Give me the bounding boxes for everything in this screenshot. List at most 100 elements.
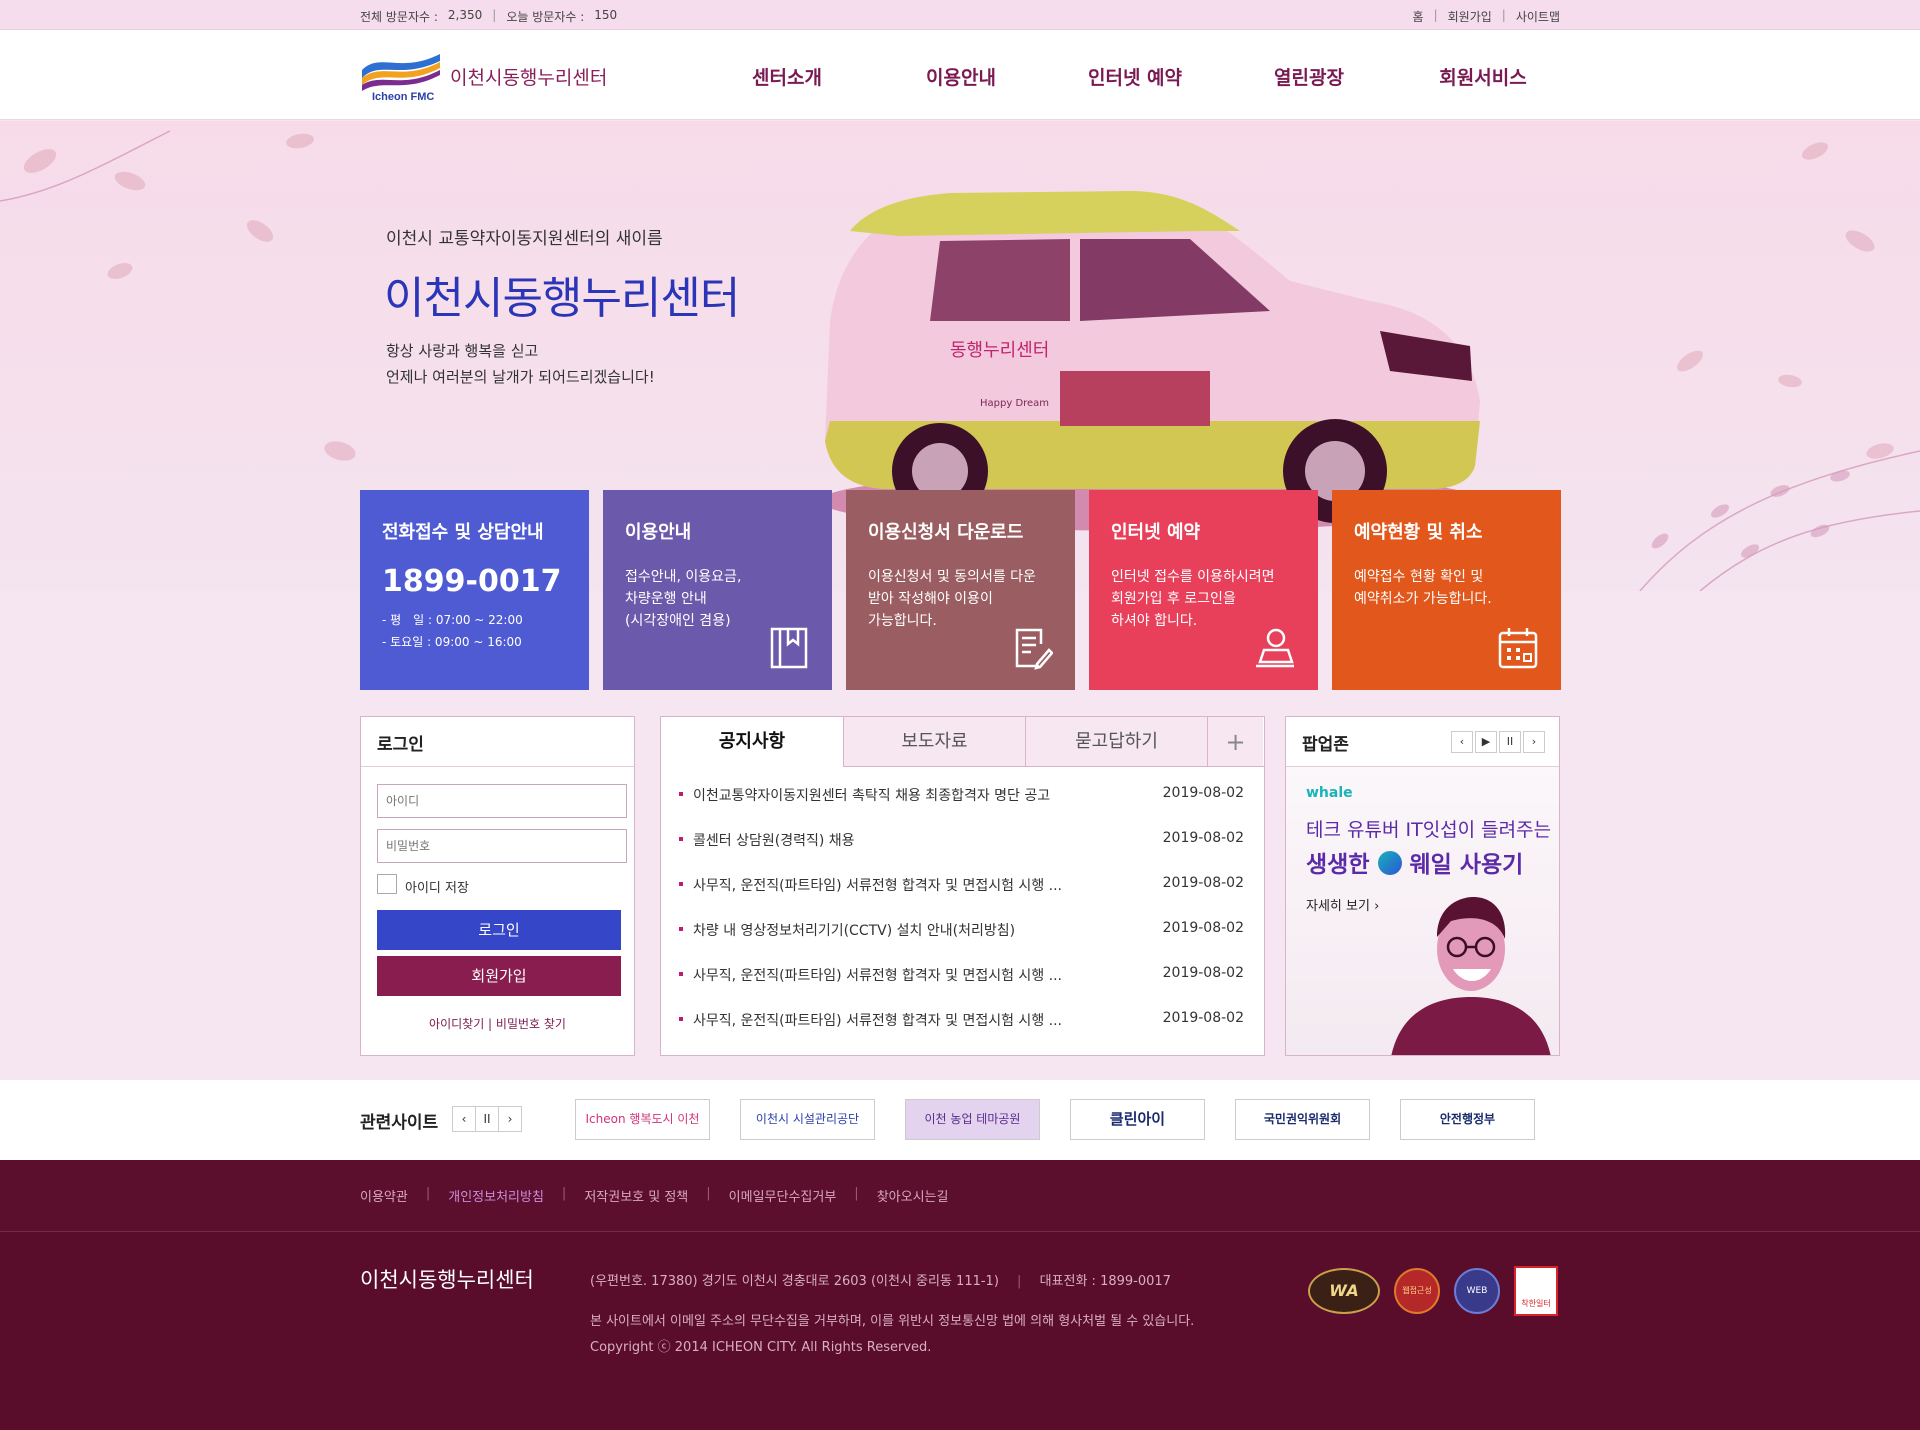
quick-desc-line: 예약접수 현황 확인 및	[1354, 569, 1484, 585]
hero-description: 항상 사랑과 행복을 싣고 언제나 여러분의 날개가 되어드리겠습니다!	[386, 338, 655, 390]
prev-button[interactable]: ‹	[452, 1106, 476, 1132]
footer-links: 이용약관 | 개인정보처리방침 | 저작권보호 및 정책 | 이메일무단수집거부…	[360, 1186, 948, 1205]
banner-acrc[interactable]: 국민권익위원회	[1235, 1099, 1370, 1140]
directions-link[interactable]: 찾아오시는길	[877, 1186, 949, 1205]
bullet	[679, 927, 683, 931]
document-edit-icon	[1015, 628, 1053, 670]
notice-date: 2019-08-02	[1162, 965, 1244, 981]
hero-title: 이천시동행누리센터	[384, 273, 740, 324]
divider: |	[425, 1186, 431, 1201]
site-name[interactable]: 이천시동행누리센터	[450, 63, 607, 90]
notice-date: 2019-08-02	[1162, 920, 1244, 936]
nav-usage-guide[interactable]: 이용안내	[874, 63, 1048, 90]
divider: |	[1501, 8, 1506, 22]
quick-phone-consult[interactable]: 전화접수 및 상담안내 1899-0017 - 평 일 : 07:00 ~ 22…	[360, 490, 589, 690]
bullet	[679, 837, 683, 841]
divider: |	[561, 1186, 567, 1201]
banner-agri-park[interactable]: 이천 농업 테마공원	[905, 1099, 1040, 1140]
save-id-checkbox[interactable]	[377, 874, 397, 894]
login-button[interactable]: 로그인	[377, 910, 621, 950]
quick-usage-guide[interactable]: 이용안내 접수안내, 이용요금, 차량운행 안내 (시각장애인 겸용)	[603, 490, 832, 690]
divider: |	[854, 1186, 859, 1201]
copyright-policy-link[interactable]: 저작권보호 및 정책	[584, 1186, 688, 1205]
notice-title[interactable]: 사무직, 운전직(파트타임) 서류전형 합격자 및 면접시험 시행 ...	[693, 1010, 1062, 1030]
next-button[interactable]: ›	[1523, 731, 1545, 753]
van-label: 동행누리센터	[950, 340, 1049, 361]
quick-title: 이용안내	[625, 522, 692, 543]
tab-notice[interactable]: 공지사항	[661, 717, 843, 767]
popup-controls: ‹ ▶ II ›	[1451, 731, 1545, 753]
whale-icon	[1377, 851, 1402, 875]
list-item[interactable]: 사무직, 운전직(파트타임) 서류전형 합격자 및 면접시험 시행 ... 201…	[679, 1010, 1244, 1055]
notice-date: 2019-08-02	[1162, 875, 1244, 891]
email-refusal-link[interactable]: 이메일무단수집거부	[729, 1186, 837, 1205]
username-input[interactable]	[377, 784, 627, 818]
site-logo[interactable]: Icheon FMC	[360, 48, 450, 103]
banner-clean-eye[interactable]: 클린아이	[1070, 1099, 1205, 1140]
find-account-link[interactable]: 아이디찾기 | 비밀번호 찾기	[361, 1015, 634, 1032]
list-item[interactable]: 사무직, 운전직(파트타임) 서류전형 합격자 및 면접시험 시행 ... 201…	[679, 965, 1244, 1010]
tab-press[interactable]: 보도자료	[843, 717, 1025, 766]
footer-links-bar: 이용약관 | 개인정보처리방침 | 저작권보호 및 정책 | 이메일무단수집거부…	[0, 1160, 1920, 1232]
list-item[interactable]: 사무직, 운전직(파트타임) 서류전형 합격자 및 면접시험 시행 ... 201…	[679, 875, 1244, 920]
play-button[interactable]: ▶	[1475, 731, 1497, 753]
more-button[interactable]: +	[1207, 717, 1263, 766]
board-tabs: 공지사항 보도자료 묻고답하기 +	[661, 717, 1264, 767]
banner-mopas[interactable]: 안전행정부	[1400, 1099, 1535, 1140]
quick-desc-line: 접수안내, 이용요금,	[625, 569, 742, 585]
phone-number: 1899-0017	[382, 564, 562, 599]
utility-links: 홈 | 회원가입 | 사이트맵	[1413, 8, 1560, 25]
person-image	[1391, 897, 1551, 1055]
calendar-icon	[1498, 628, 1538, 669]
nav-member-service[interactable]: 회원서비스	[1396, 63, 1570, 90]
popup-more-link[interactable]: 자세히 보기 ›	[1306, 895, 1379, 914]
join-link[interactable]: 회원가입	[1448, 8, 1492, 25]
next-button[interactable]: ›	[498, 1106, 522, 1132]
join-button[interactable]: 회원가입	[377, 956, 621, 996]
divider: |	[492, 8, 497, 22]
notice-date: 2019-08-02	[1162, 830, 1244, 846]
notice-title[interactable]: 이천교통약자이동지원센터 촉탁직 채용 최종합격자 명단 공고	[693, 785, 1050, 805]
nav-open-plaza[interactable]: 열린광장	[1222, 63, 1396, 90]
sitemap-link[interactable]: 사이트맵	[1516, 8, 1560, 25]
notice-title[interactable]: 차량 내 영상정보처리기기(CCTV) 설치 안내(처리방침)	[693, 920, 1015, 940]
notice-title[interactable]: 사무직, 운전직(파트타임) 서류전형 합격자 및 면접시험 시행 ...	[693, 875, 1062, 895]
quick-desc-line: 회원가입 후 로그인을	[1111, 591, 1236, 607]
pause-button[interactable]: II	[475, 1106, 499, 1132]
certification-marks: WA 웹접근성 WEB 착한일터	[1308, 1266, 1558, 1316]
list-item[interactable]: 차량 내 영상정보처리기기(CCTV) 설치 안내(처리방침) 2019-08-0…	[679, 920, 1244, 965]
password-input[interactable]	[377, 829, 627, 863]
bullet	[679, 1017, 683, 1021]
notice-title[interactable]: 사무직, 운전직(파트타임) 서류전형 합격자 및 면접시험 시행 ...	[693, 965, 1062, 985]
nav-center-intro[interactable]: 센터소개	[700, 63, 874, 90]
quick-form-download[interactable]: 이용신청서 다운로드 이용신청서 및 동의서를 다운 받아 작성해야 이용이 가…	[846, 490, 1075, 690]
popup-banner[interactable]: whale 테크 유튜버 IT잇섭이 들려주는 생생한 웨일 사용기 자세히 보…	[1286, 767, 1559, 1055]
quick-reservation-status[interactable]: 예약현황 및 취소 예약접수 현황 확인 및 예약취소가 가능합니다.	[1332, 490, 1561, 690]
quick-title: 이용신청서 다운로드	[868, 522, 1024, 543]
address-text: (우편번호. 17380) 경기도 이천시 경충대로 2603 (이천시 중리동…	[590, 1274, 999, 1289]
bullet	[679, 972, 683, 976]
quick-title: 전화접수 및 상담안내	[382, 522, 544, 543]
nav-internet-reservation[interactable]: 인터넷 예약	[1048, 63, 1222, 90]
divider: |	[706, 1186, 711, 1201]
hero-desc-line: 항상 사랑과 행복을 싣고	[386, 342, 539, 360]
home-link[interactable]: 홈	[1413, 8, 1424, 25]
web-mark-icon: WEB	[1454, 1268, 1500, 1314]
notice-title[interactable]: 콜센터 상담원(경력직) 채용	[693, 830, 855, 850]
hours-weekday: - 평 일 : 07:00 ~ 22:00	[382, 613, 523, 627]
quick-internet-reservation[interactable]: 인터넷 예약 인터넷 접수를 이용하시려면 회원가입 후 로그인을 하셔야 합니…	[1089, 490, 1318, 690]
quick-desc-line: 인터넷 접수를 이용하시려면	[1111, 569, 1275, 585]
prev-button[interactable]: ‹	[1451, 731, 1473, 753]
banner-facilities-corp[interactable]: 이천시 시설관리공단	[740, 1099, 875, 1140]
banner-icheon-city[interactable]: Icheon 행복도시 이천	[575, 1099, 710, 1140]
terms-link[interactable]: 이용약관	[360, 1186, 408, 1205]
pause-button[interactable]: II	[1499, 731, 1521, 753]
tab-qna[interactable]: 묻고답하기	[1025, 717, 1207, 766]
privacy-policy-link[interactable]: 개인정보처리방침	[448, 1186, 544, 1205]
visitor-counter: 전체 방문자수 : 2,350 | 오늘 방문자수 : 150	[360, 8, 617, 25]
quick-desc-line: 이용신청서 및 동의서를 다운	[868, 569, 1036, 585]
popup-line2a: 생생한	[1306, 852, 1370, 878]
total-visitors-label: 전체 방문자수 :	[360, 10, 438, 24]
list-item[interactable]: 이천교통약자이동지원센터 촉탁직 채용 최종합격자 명단 공고 2019-08-0…	[679, 785, 1244, 830]
list-item[interactable]: 콜센터 상담원(경력직) 채용 2019-08-02	[679, 830, 1244, 875]
